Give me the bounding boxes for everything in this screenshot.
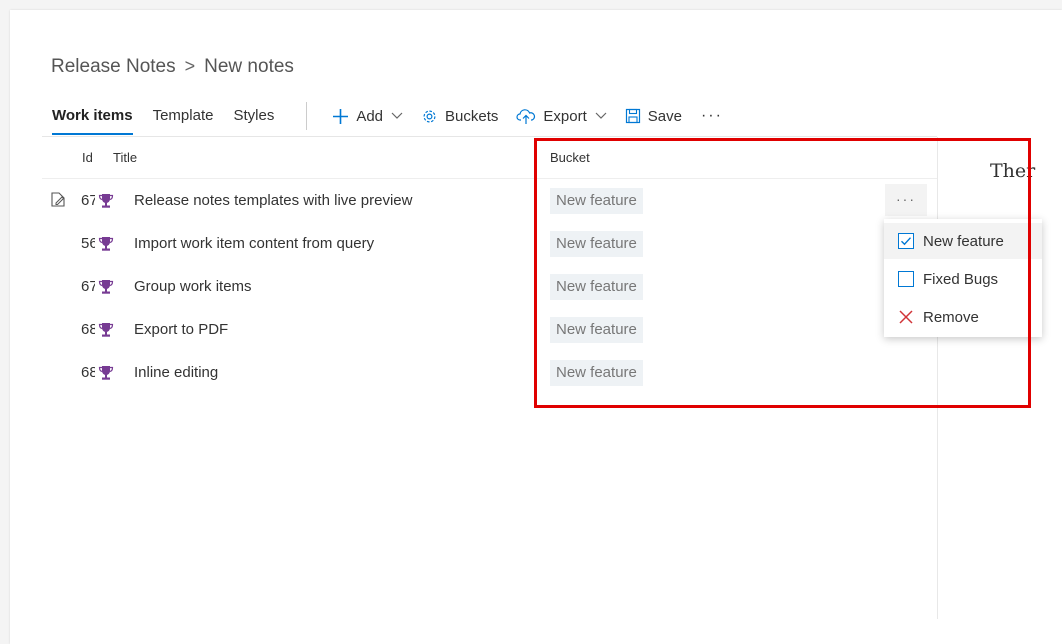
column-header-bucket[interactable]: Bucket bbox=[550, 150, 590, 165]
trophy-icon bbox=[98, 193, 114, 214]
buckets-button[interactable]: Buckets bbox=[412, 97, 507, 135]
column-header-id[interactable]: Id bbox=[82, 150, 93, 165]
table-row[interactable]: 68( Export to PDF New feature bbox=[42, 308, 937, 351]
table-row[interactable]: 68 Inline editing New feature bbox=[42, 351, 937, 394]
export-button[interactable]: Export bbox=[507, 97, 615, 135]
row-title[interactable]: Export to PDF bbox=[134, 321, 228, 338]
toolbar-divider-line bbox=[42, 136, 937, 137]
buckets-label: Buckets bbox=[445, 107, 499, 125]
row-id: 68( bbox=[81, 321, 95, 338]
bucket-context-menu: New feature Fixed Bugs Remove bbox=[884, 219, 1042, 337]
breadcrumb: Release Notes > New notes bbox=[51, 56, 294, 78]
gear-icon bbox=[421, 108, 438, 125]
toolbar: Work items Template Styles Add Buckets E… bbox=[42, 96, 733, 136]
cloud-upload-icon bbox=[516, 108, 536, 125]
checkbox-checked-icon bbox=[898, 233, 914, 249]
chevron-down-icon bbox=[595, 112, 607, 120]
row-title[interactable]: Inline editing bbox=[134, 364, 218, 381]
bucket-tag[interactable]: New feature bbox=[550, 188, 643, 214]
checkbox-empty-icon bbox=[898, 271, 914, 287]
trophy-icon bbox=[98, 236, 114, 257]
row-title[interactable]: Import work item content from query bbox=[134, 235, 374, 252]
row-title[interactable]: Group work items bbox=[134, 278, 252, 295]
tab-styles[interactable]: Styles bbox=[223, 97, 284, 135]
preview-text: Ther bbox=[990, 160, 1036, 182]
edit-icon[interactable] bbox=[50, 191, 66, 213]
table-row[interactable]: 67( Release notes templates with live pr… bbox=[42, 179, 937, 222]
plus-icon bbox=[332, 108, 349, 125]
more-actions-button[interactable]: ··· bbox=[691, 107, 733, 125]
trophy-icon bbox=[98, 279, 114, 300]
row-id: 68 bbox=[81, 364, 95, 381]
row-title[interactable]: Release notes templates with live previe… bbox=[134, 192, 412, 209]
menu-item-new-feature[interactable]: New feature bbox=[884, 223, 1042, 259]
save-label: Save bbox=[647, 107, 682, 125]
menu-item-label: New feature bbox=[923, 232, 1004, 250]
floppy-disk-icon bbox=[625, 108, 641, 124]
breadcrumb-current: New notes bbox=[204, 56, 294, 77]
row-more-button[interactable]: ··· bbox=[885, 184, 927, 216]
trophy-icon bbox=[98, 322, 114, 343]
row-id: 67( bbox=[81, 192, 95, 209]
add-button[interactable]: Add bbox=[323, 97, 412, 135]
tab-template[interactable]: Template bbox=[143, 97, 224, 135]
preview-divider bbox=[937, 137, 938, 619]
trophy-icon bbox=[98, 365, 114, 386]
bucket-tag[interactable]: New feature bbox=[550, 231, 643, 257]
table-row[interactable]: 67( Group work items New feature bbox=[42, 265, 937, 308]
bucket-tag[interactable]: New feature bbox=[550, 274, 643, 300]
add-label: Add bbox=[356, 107, 384, 125]
close-icon bbox=[898, 309, 914, 325]
bucket-tag[interactable]: New feature bbox=[550, 360, 643, 386]
menu-item-label: Remove bbox=[923, 308, 979, 326]
tab-work-items[interactable]: Work items bbox=[42, 97, 143, 135]
row-id: 56( bbox=[81, 235, 95, 252]
menu-item-fixed-bugs[interactable]: Fixed Bugs bbox=[884, 261, 1042, 297]
chevron-down-icon bbox=[391, 112, 403, 120]
table-row[interactable]: 56( Import work item content from query … bbox=[42, 222, 937, 265]
row-id: 67( bbox=[81, 278, 95, 295]
breadcrumb-root[interactable]: Release Notes bbox=[51, 56, 176, 77]
breadcrumb-separator: > bbox=[184, 56, 196, 76]
bucket-tag[interactable]: New feature bbox=[550, 317, 643, 343]
menu-item-remove[interactable]: Remove bbox=[884, 299, 1042, 335]
menu-item-label: Fixed Bugs bbox=[923, 270, 999, 288]
export-label: Export bbox=[543, 107, 587, 125]
column-header-title[interactable]: Title bbox=[113, 150, 137, 165]
toolbar-divider bbox=[306, 102, 308, 130]
save-button[interactable]: Save bbox=[616, 97, 691, 135]
